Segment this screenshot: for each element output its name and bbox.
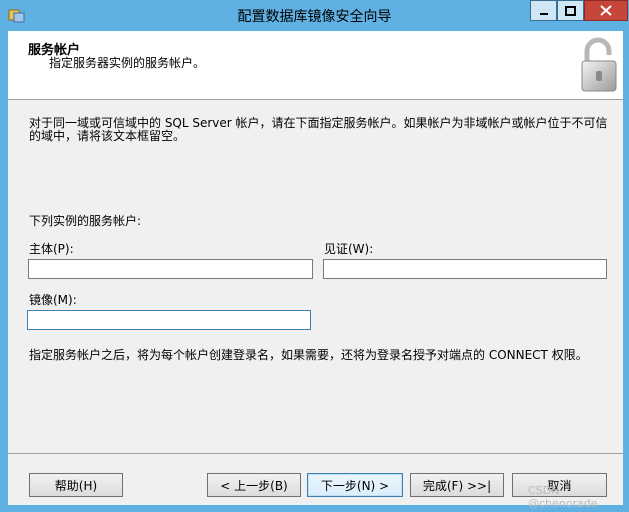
finish-button[interactable]: 完成(F) >>|	[410, 473, 504, 497]
wizard-header: 服务帐户 指定服务器实例的服务帐户。	[8, 31, 623, 100]
padlock-icon	[581, 37, 617, 92]
minimize-button[interactable]	[530, 0, 557, 21]
section-label: 下列实例的服务帐户:	[29, 214, 142, 228]
wizard-window: 配置数据库镜像安全向导 服务帐户 指定服务器实例的服务帐户。 对于同一域或可信域…	[0, 0, 629, 512]
maximize-icon	[565, 5, 576, 16]
wizard-client-area: 服务帐户 指定服务器实例的服务帐户。 对于同一域或可信域中的 SQL Serve…	[8, 31, 623, 505]
witness-label: 见证(W):	[324, 242, 374, 256]
principal-label: 主体(P):	[29, 242, 74, 256]
description-text: 对于同一域或可信域中的 SQL Server 帐户，请在下面指定服务帐户。如果帐…	[29, 116, 608, 143]
next-button[interactable]: 下一步(N) >	[307, 473, 403, 497]
principal-account-input[interactable]	[28, 259, 313, 279]
close-icon	[600, 5, 612, 16]
help-button[interactable]: 帮助(H)	[29, 473, 123, 497]
minimize-icon	[539, 12, 548, 15]
witness-account-input[interactable]	[323, 259, 607, 279]
back-button[interactable]: < 上一步(B)	[207, 473, 301, 497]
note-text: 指定服务帐户之后，将为每个帐户创建登录名，如果需要，还将为登录名授予对端点的 C…	[29, 348, 588, 362]
title-bar[interactable]: 配置数据库镜像安全向导	[0, 0, 629, 30]
watermark-text: CSDN @chenorade	[528, 484, 598, 510]
mirror-account-input[interactable]	[27, 310, 311, 330]
close-button[interactable]	[584, 0, 628, 21]
mirror-label: 镜像(M):	[29, 293, 77, 307]
page-subtitle: 指定服务器实例的服务帐户。	[49, 56, 206, 70]
maximize-button[interactable]	[557, 0, 584, 21]
